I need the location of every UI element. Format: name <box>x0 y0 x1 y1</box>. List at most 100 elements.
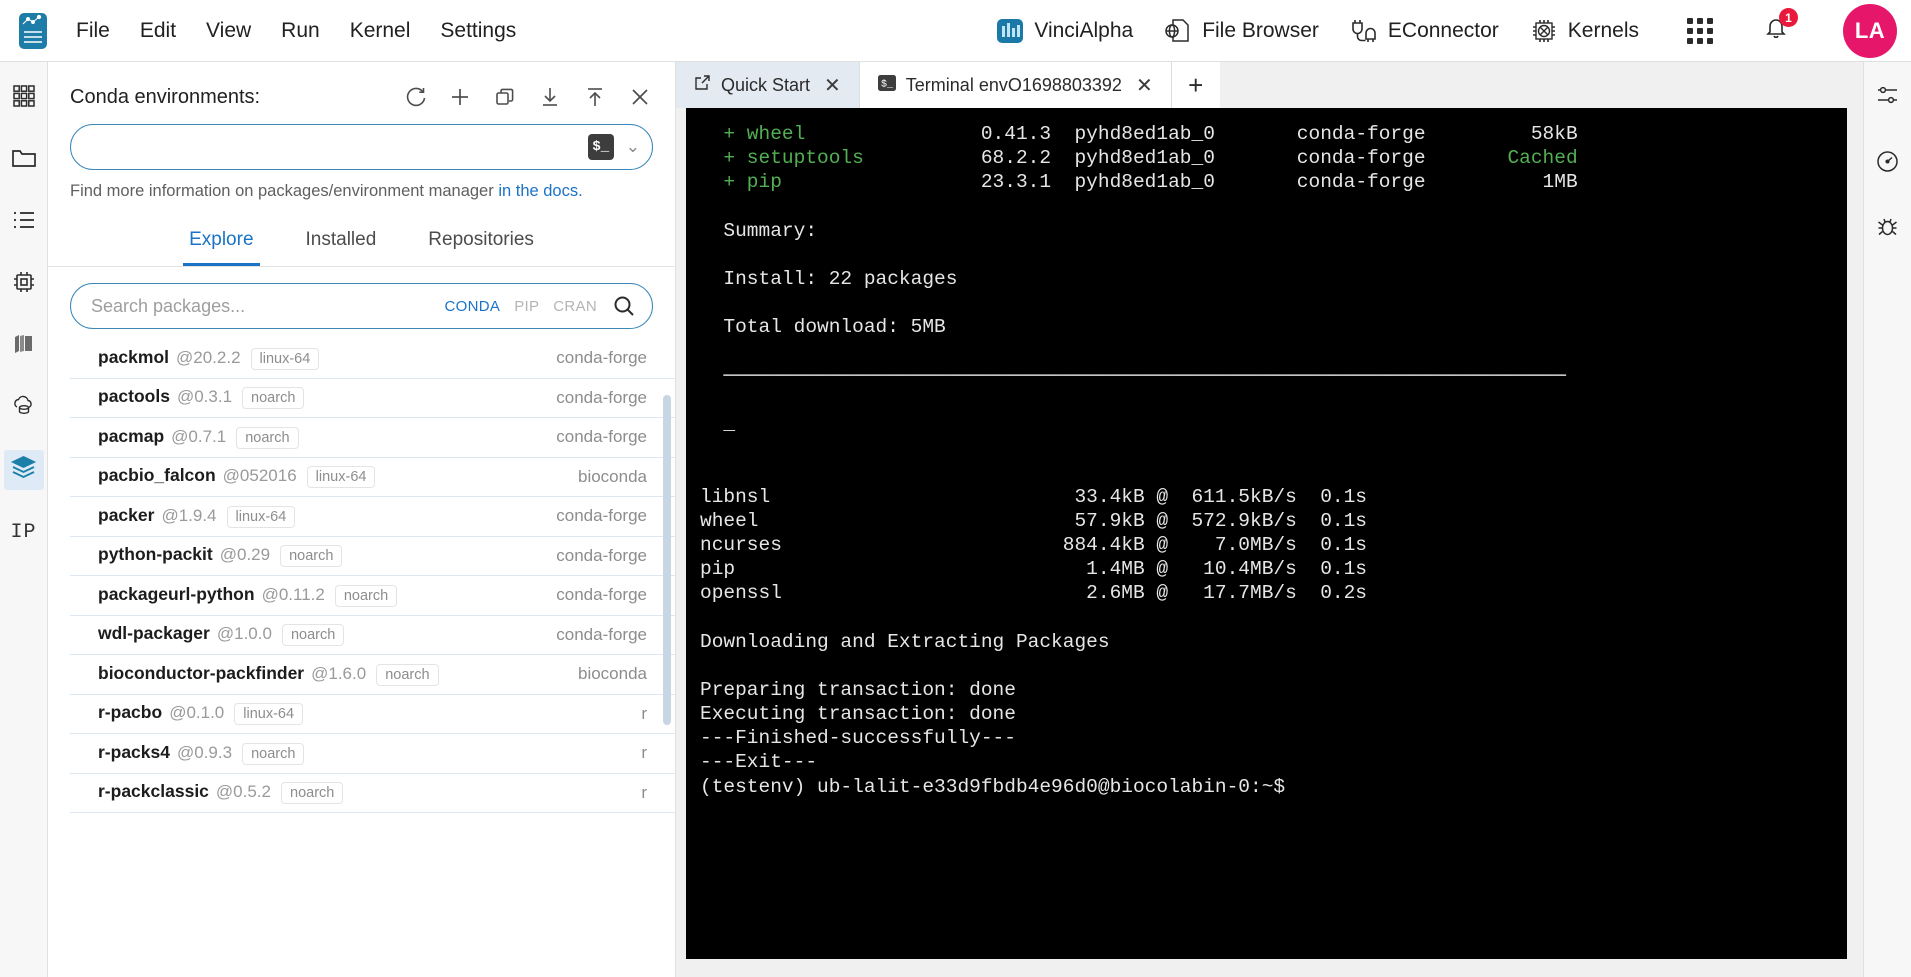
tab-quick-start[interactable]: Quick Start ✕ <box>676 62 860 108</box>
package-row[interactable]: bioconductor-packfinder @1.6.0 noarch bioco… <box>70 655 675 695</box>
terminal-line: ---Finished-successfully--- <box>700 727 1016 750</box>
left-sidebar-rail: IP <box>0 62 48 977</box>
conda-panel-title: Conda environments: <box>70 85 261 108</box>
bug-icon <box>1875 215 1900 245</box>
menu-view[interactable]: View <box>194 13 263 49</box>
package-arch-badge: linux-64 <box>250 347 320 370</box>
sidebar-item-file-browser[interactable] <box>4 140 44 180</box>
terminal-line: ncurses 884.4kB @ 7.0MB/s 0.1s <box>700 533 1368 556</box>
import-environment-button[interactable] <box>537 84 563 110</box>
package-arch-badge: linux-64 <box>306 466 376 489</box>
tab-explore[interactable]: Explore <box>183 219 260 266</box>
package-channel: conda-forge <box>556 427 647 447</box>
sidebar-item-extension-manager[interactable] <box>4 78 44 118</box>
terminal-line: ---Exit--- <box>700 751 818 774</box>
search-packages-input[interactable]: Search packages... CONDA PIP CRAN <box>70 283 653 329</box>
create-environment-button[interactable] <box>447 84 473 110</box>
econnector-button[interactable]: EConnector <box>1349 16 1499 46</box>
terminal-line: (testenv) ub-lalit-e33d9fbdb4e96d0@bioco… <box>700 775 1286 798</box>
terminal-line: Summary: <box>700 219 818 242</box>
package-row[interactable]: pacbio_falcon @052016 linux-64 bioconda <box>70 458 675 497</box>
package-row[interactable]: r-pacbo @0.1.0 linux-64 r <box>70 695 675 734</box>
menu-kernel[interactable]: Kernel <box>338 13 423 49</box>
terminal-output: + wheel 0.41.3 pyhd8ed1ab_0 conda-forge … <box>700 122 1825 799</box>
terminal-icon: $_ <box>877 74 896 97</box>
source-toggle-pip[interactable]: PIP <box>507 298 546 315</box>
sidebar-item-extensions[interactable] <box>4 326 44 366</box>
layers-icon <box>10 454 37 486</box>
package-row[interactable]: wdl-packager @1.0.0 noarch conda-forge <box>70 616 675 655</box>
remove-environment-button[interactable] <box>627 84 653 110</box>
package-version: @052016 <box>222 466 297 486</box>
sidebar-item-kernels[interactable] <box>4 264 44 304</box>
sidebar-item-conda-packages[interactable] <box>3 450 44 490</box>
package-name: packageurl-python <box>98 583 255 604</box>
rightbar-settings-button[interactable] <box>1868 78 1908 118</box>
menu-settings[interactable]: Settings <box>428 13 528 49</box>
terminal-pane[interactable]: + wheel 0.41.3 pyhd8ed1ab_0 conda-forge … <box>686 108 1847 959</box>
clone-environment-button[interactable] <box>492 84 518 110</box>
kernels-button[interactable]: Kernels <box>1529 16 1639 46</box>
package-row[interactable]: pacmap @0.7.1 noarch conda-forge <box>70 418 675 458</box>
source-toggle-cran[interactable]: CRAN <box>546 298 604 315</box>
package-row[interactable]: r-packclassic @0.5.2 noarch r <box>70 774 675 813</box>
package-row[interactable]: pactools @0.3.1 noarch conda-forge <box>70 379 675 418</box>
package-channel: r <box>641 743 647 763</box>
sidebar-item-cloud-storage[interactable] <box>4 388 44 428</box>
package-channel: conda-forge <box>556 624 647 644</box>
package-list-scrollbar[interactable] <box>663 395 671 725</box>
sidebar-item-running[interactable] <box>4 202 44 242</box>
vincialpha-button[interactable]: VinciAlpha <box>995 16 1133 46</box>
menu-edit[interactable]: Edit <box>128 13 188 49</box>
package-channel: bioconda <box>577 466 647 486</box>
file-browser-button[interactable]: File Browser <box>1163 16 1319 46</box>
terminal-line: _ <box>700 413 736 436</box>
jupyterlab-logo-icon <box>16 11 50 51</box>
search-input-placeholder: Search packages... <box>91 295 246 316</box>
environment-select[interactable]: $_ ⌄ <box>70 124 653 170</box>
conda-tabs: Explore Installed Repositories <box>48 219 675 267</box>
package-name: pactools <box>98 386 170 407</box>
package-arch-badge: noarch <box>281 624 345 647</box>
cloud-database-icon <box>11 393 37 424</box>
chevron-down-icon[interactable]: ⌄ <box>626 137 640 157</box>
tab-terminal[interactable]: $_ Terminal envO1698803392 ✕ <box>859 62 1172 108</box>
conda-packages-panel: Conda environments: $_ ⌄ Find more infor… <box>48 62 676 977</box>
refresh-environments-button[interactable] <box>402 84 428 110</box>
search-icon[interactable] <box>612 294 636 318</box>
rightbar-debugger-button[interactable] <box>1868 144 1908 184</box>
sidebar-item-ip[interactable]: IP <box>4 512 44 552</box>
package-name: r-pacbo <box>98 702 163 723</box>
package-list[interactable]: packmol @20.2.2 linux-64 conda-forge pactool… <box>48 339 675 977</box>
terminal-line: Total download: 5MB <box>700 316 946 339</box>
tab-installed[interactable]: Installed <box>300 219 383 266</box>
folder-icon <box>11 145 37 176</box>
package-name: bioconductor-packfinder <box>98 662 305 683</box>
close-icon[interactable]: ✕ <box>824 73 841 98</box>
menu-run[interactable]: Run <box>269 13 332 49</box>
terminal-line: wheel 57.9kB @ 572.9kB/s 0.1s <box>700 509 1368 532</box>
avatar[interactable]: LA <box>1843 3 1897 58</box>
package-row[interactable]: packmol @20.2.2 linux-64 conda-forge <box>70 339 675 379</box>
environment-select-wrap: $_ ⌄ <box>48 110 675 170</box>
package-row-main: r-packs4 @0.9.3 noarch <box>70 742 641 765</box>
source-toggle-conda[interactable]: CONDA <box>438 298 508 315</box>
package-row[interactable]: packer @1.9.4 linux-64 conda-forge <box>70 497 675 537</box>
package-row-main: bioconductor-packfinder @1.6.0 noarch <box>70 663 578 686</box>
close-icon[interactable]: ✕ <box>1136 73 1153 98</box>
docs-link[interactable]: in the docs. <box>498 182 582 200</box>
grid-apps-icon[interactable] <box>1687 17 1713 44</box>
package-version: @0.29 <box>219 545 271 565</box>
notification-bell-button[interactable]: 1 <box>1761 8 1798 48</box>
add-tab-button[interactable]: + <box>1171 62 1220 108</box>
package-row[interactable]: python-packit @0.29 noarch conda-forge <box>70 537 675 576</box>
package-version: @1.0.0 <box>216 624 272 644</box>
export-environment-button[interactable] <box>582 84 608 110</box>
package-row[interactable]: r-packs4 @0.9.3 noarch r <box>70 734 675 774</box>
tab-repositories[interactable]: Repositories <box>422 219 540 266</box>
menu-file[interactable]: File <box>64 13 122 49</box>
package-row[interactable]: packageurl-python @0.11.2 noarch conda-forg… <box>70 576 675 616</box>
package-version: @0.1.0 <box>169 703 225 723</box>
rightbar-bug-button[interactable] <box>1868 210 1908 250</box>
